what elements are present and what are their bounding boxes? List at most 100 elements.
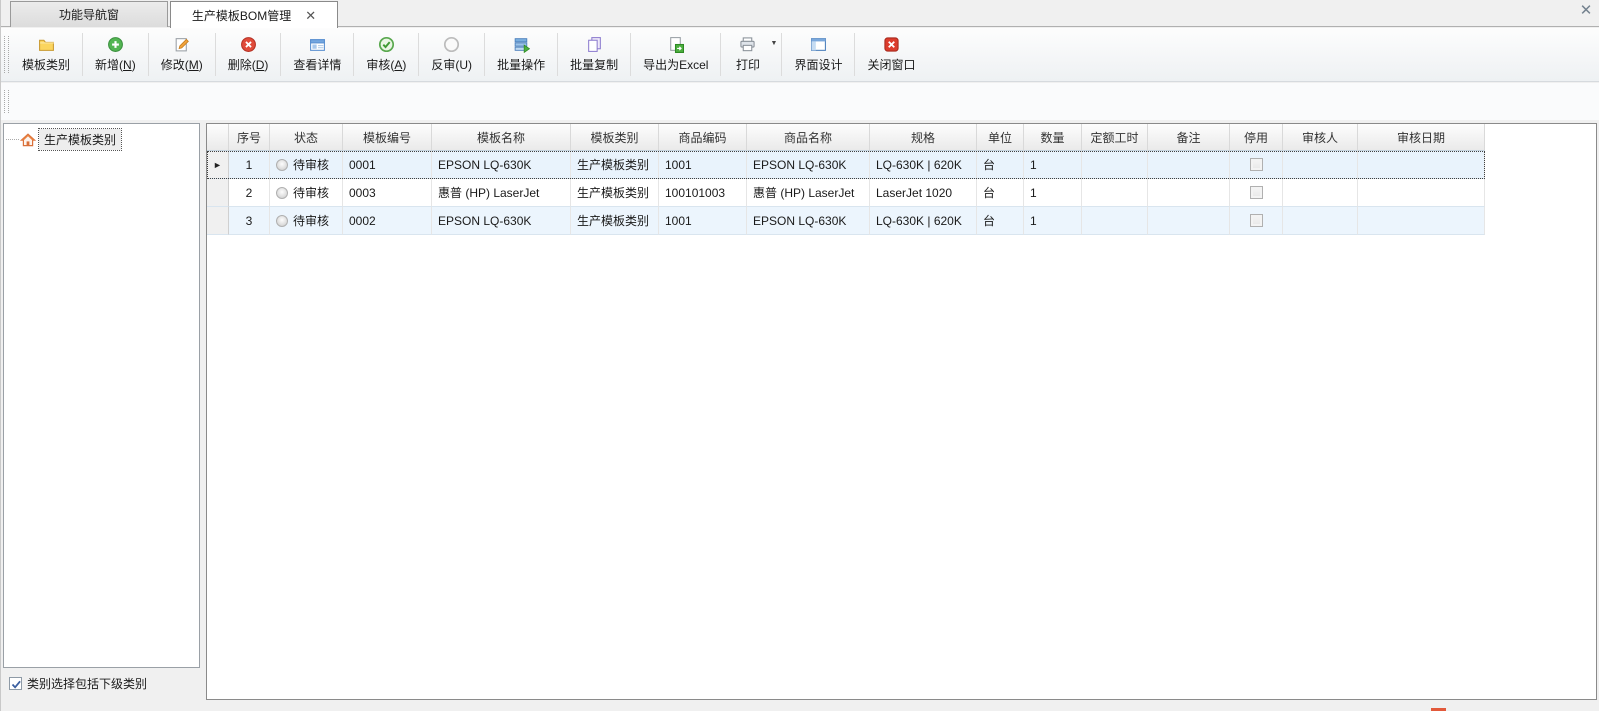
tab-label: 生产模板BOM管理 [192, 7, 291, 24]
ui-design-icon [810, 35, 827, 53]
toolbar-button-label: 查看详情 [293, 56, 341, 73]
toolbar-button-close-window[interactable]: 关闭窗口 [856, 28, 926, 81]
cell-停用 [1230, 207, 1283, 235]
batch-operate-icon [513, 35, 530, 53]
batch-copy-icon [586, 35, 603, 53]
cell-单位: 台 [977, 207, 1024, 235]
cell-数量: 1 [1024, 151, 1082, 179]
toolbar-grip[interactable] [4, 36, 9, 73]
toolbar-button-export-excel[interactable]: 导出为Excel [632, 28, 719, 81]
row-indicator [207, 179, 229, 207]
tab-function-nav[interactable]: 功能导航窗 [10, 1, 168, 27]
cell-单位: 台 [977, 179, 1024, 207]
cell-状态: 待审核 [270, 179, 343, 207]
toolbar-button-label: 打印 [736, 56, 760, 73]
grid-header-cell[interactable]: 序号 [229, 124, 270, 151]
cell-模板编号: 0001 [343, 151, 432, 179]
cell-规格: LaserJet 1020 [870, 179, 977, 207]
grid-header-cell[interactable]: 停用 [1230, 124, 1283, 151]
add-icon [107, 35, 124, 53]
grid-header-cell[interactable]: 单位 [977, 124, 1024, 151]
grid-header-cell[interactable]: 商品编码 [659, 124, 747, 151]
toolbar-button-label: 审核(A) [366, 56, 406, 73]
include-subcategory-option[interactable]: 类别选择包括下级类别 [9, 675, 147, 692]
window-close-icon[interactable]: ✕ [1578, 3, 1594, 19]
cell-审核人 [1283, 151, 1358, 179]
toolbar-button-label: 关闭窗口 [867, 56, 915, 73]
grid-header-cell[interactable]: 规格 [870, 124, 977, 151]
toolbar-button-approve[interactable]: 审核(A) [355, 28, 417, 81]
disabled-checkbox[interactable] [1250, 214, 1263, 227]
table-row[interactable]: 3待审核0002EPSON LQ-630K生产模板类别1001EPSON LQ-… [207, 207, 1485, 235]
pending-status-icon [276, 187, 288, 199]
grid-header-cell[interactable]: 定额工时 [1082, 124, 1148, 151]
tree-node-label: 生产模板类别 [39, 129, 121, 150]
toolbar-button-label: 界面设计 [794, 56, 842, 73]
tab-bom-management[interactable]: 生产模板BOM管理 ✕ [170, 1, 338, 28]
grid-header-cell[interactable]: 模板类别 [571, 124, 659, 151]
print-dropdown-arrow[interactable]: ▼ [771, 40, 778, 47]
include-subcategory-label: 类别选择包括下级类别 [27, 675, 147, 692]
cell-商品名称: EPSON LQ-630K [747, 151, 870, 179]
cell-审核日期 [1358, 207, 1485, 235]
toolbar-button-add[interactable]: 新增(N) [84, 28, 147, 81]
toolbar-separator [215, 33, 216, 76]
approve-icon [378, 35, 395, 53]
table-row[interactable]: ►1待审核0001EPSON LQ-630K生产模板类别1001EPSON LQ… [207, 151, 1485, 179]
grid-header-row: 序号状态模板编号模板名称模板类别商品编码商品名称规格单位数量定额工时备注停用审核… [207, 124, 1596, 151]
cell-模板类别: 生产模板类别 [571, 207, 659, 235]
cell-规格: LQ-630K | 620K [870, 151, 977, 179]
cell-模板类别: 生产模板类别 [571, 179, 659, 207]
grid-header-indicator [207, 124, 229, 151]
grid-header-cell[interactable]: 审核日期 [1358, 124, 1485, 151]
grid-header-cell[interactable]: 商品名称 [747, 124, 870, 151]
toolbar-button-template-category[interactable]: 模板类别 [11, 28, 81, 81]
cell-备注 [1148, 179, 1230, 207]
home-icon [20, 132, 36, 148]
table-row[interactable]: 2待审核0003惠普 (HP) LaserJet生产模板类别100101003惠… [207, 179, 1485, 207]
toolbar-button-batch-operate[interactable]: 批量操作 [486, 28, 556, 81]
toolbar-button-label: 导出为Excel [643, 56, 708, 73]
grid-header-cell[interactable]: 数量 [1024, 124, 1082, 151]
cell-备注 [1148, 151, 1230, 179]
disabled-checkbox[interactable] [1250, 186, 1263, 199]
cell-定额工时 [1082, 207, 1148, 235]
grid-header-cell[interactable]: 审核人 [1283, 124, 1358, 151]
filter-bar-grip[interactable] [4, 90, 9, 113]
toolbar-button-batch-copy[interactable]: 批量复制 [559, 28, 629, 81]
cell-序号: 1 [229, 151, 270, 179]
grid-header-cell[interactable]: 模板名称 [432, 124, 571, 151]
toolbar-button-view-details[interactable]: 查看详情 [282, 28, 352, 81]
cell-序号: 2 [229, 179, 270, 207]
tree-node-root[interactable]: 生产模板类别 [6, 129, 199, 150]
tab-close-icon[interactable]: ✕ [305, 9, 316, 22]
toolbar-button-delete[interactable]: 删除(D) [217, 28, 280, 81]
cell-停用 [1230, 151, 1283, 179]
cell-单位: 台 [977, 151, 1024, 179]
include-subcategory-checkbox[interactable] [9, 677, 22, 690]
toolbar-button-ui-design[interactable]: 界面设计 [783, 28, 853, 81]
cell-序号: 3 [229, 207, 270, 235]
toolbar-button-unapprove[interactable]: 反审(U) [420, 28, 483, 81]
toolbar-button-edit[interactable]: 修改(M) [150, 28, 214, 81]
bom-grid-panel: 序号状态模板编号模板名称模板类别商品编码商品名称规格单位数量定额工时备注停用审核… [206, 123, 1597, 700]
pending-status-icon [276, 159, 288, 171]
tree-connector [6, 139, 19, 140]
grid-header-cell[interactable]: 备注 [1148, 124, 1230, 151]
cell-模板名称: 惠普 (HP) LaserJet [432, 179, 571, 207]
filter-bar: 模板编号或名称 生产产品 … 模糊查询 物料名称 … 显示停用 查询(F) [1, 83, 1599, 120]
cell-备注 [1148, 207, 1230, 235]
content-area: 生产模板类别 类别选择包括下级类别 序号状态模板编号模板名称模板类别商品编码商品… [1, 120, 1599, 711]
toolbar-separator [82, 33, 83, 76]
disabled-checkbox[interactable] [1250, 158, 1263, 171]
print-icon [739, 35, 756, 53]
cell-停用 [1230, 179, 1283, 207]
grid-header-cell[interactable]: 状态 [270, 124, 343, 151]
toolbar-separator [854, 33, 855, 76]
grid-header-cell[interactable]: 模板编号 [343, 124, 432, 151]
cell-模板编号: 0002 [343, 207, 432, 235]
cell-模板名称: EPSON LQ-630K [432, 207, 571, 235]
toolbar-button-print[interactable]: 打印 ▼ [722, 28, 780, 81]
cell-商品编码: 100101003 [659, 179, 747, 207]
cell-定额工时 [1082, 151, 1148, 179]
